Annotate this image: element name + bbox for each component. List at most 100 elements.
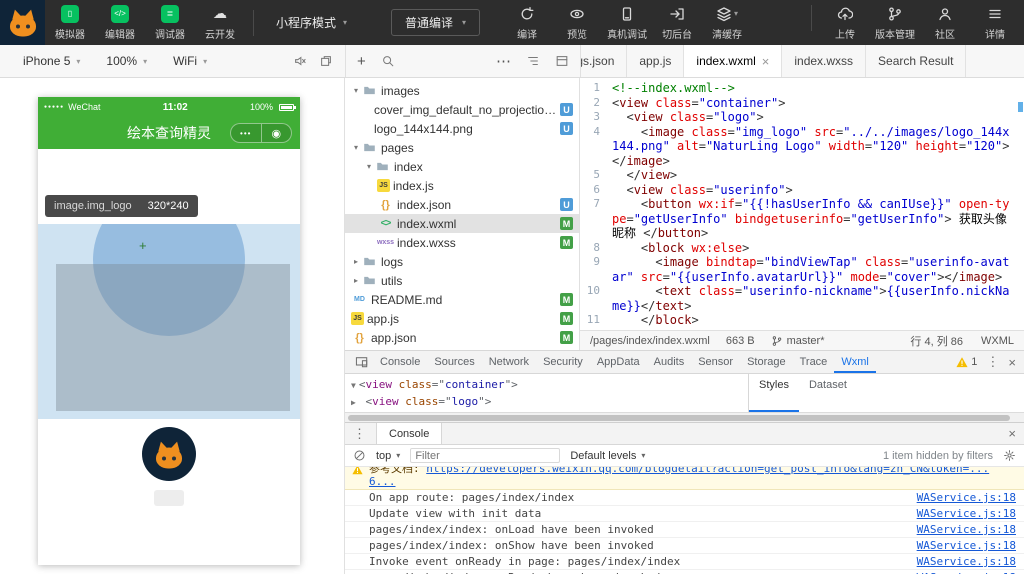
tree-file-index-wxss[interactable]: wxss index.wxss M	[345, 233, 579, 252]
log-source-link[interactable]: WAService.js:18	[905, 539, 1016, 552]
log-source-link[interactable]: WAService.js:18	[905, 523, 1016, 536]
compile-button[interactable]: 编译	[502, 5, 552, 41]
code-content[interactable]: </view>	[612, 168, 1024, 183]
collapse-panel-button[interactable]	[555, 54, 569, 68]
search-button[interactable]	[381, 54, 395, 68]
tree-file-cover-img-default-no-projection-png[interactable]: cover_img_default_no_projection.png U	[345, 100, 579, 119]
user-avatar[interactable]	[0, 0, 45, 45]
tree-file-index-js[interactable]: JS index.js	[345, 176, 579, 195]
devtools-tab-network[interactable]: Network	[482, 351, 536, 373]
tree-file-logo-144x144-png[interactable]: logo_144x144.png U	[345, 119, 579, 138]
cloud-dev-button[interactable]: ☁ 云开发	[195, 5, 245, 41]
devtools-tab-sensor[interactable]: Sensor	[691, 351, 740, 373]
code-content[interactable]: <view class="logo">	[612, 110, 1024, 125]
devtools-tab-appdata[interactable]: AppData	[590, 351, 647, 373]
tab-index-wxss[interactable]: index.wxss	[782, 45, 867, 77]
devtools-tab-sources[interactable]: Sources	[427, 351, 481, 373]
compile-mode-dropdown[interactable]: 普通编译 ▾	[391, 9, 481, 36]
tree-folder-index[interactable]: ▾ index	[345, 157, 579, 176]
tree-file-app-json[interactable]: {} app.json M	[345, 328, 579, 347]
code-content[interactable]: <view class="userinfo">	[612, 183, 1024, 198]
folder-caret-icon[interactable]: ▾	[351, 86, 361, 95]
tree-folder-images[interactable]: ▾ images	[345, 81, 579, 100]
folder-caret-icon[interactable]: ▸	[351, 257, 361, 266]
console-tab[interactable]: Console	[376, 423, 443, 444]
log-levels-dropdown[interactable]: Default levels ▾	[570, 450, 645, 462]
tree-folder-utils[interactable]: ▸ utils	[345, 271, 579, 290]
code-content[interactable]: <!--index.wxml-->	[612, 81, 1024, 96]
network-dropdown[interactable]: WiFi ▾	[160, 45, 220, 77]
folder-caret-icon[interactable]: ▾	[351, 143, 361, 152]
community-button[interactable]: 社区	[920, 5, 970, 41]
tab-index-wxml[interactable]: index.wxml ×	[684, 45, 783, 77]
more-button[interactable]: ⋯	[496, 52, 511, 70]
scrollbar-thumb[interactable]	[348, 415, 1010, 421]
expand-caret-icon[interactable]: ▼	[351, 381, 356, 390]
code-content[interactable]: <image bindtap="bindViewTap" class="user…	[612, 255, 1024, 284]
devtools-tab-wxml[interactable]: Wxml	[834, 351, 876, 373]
clear-cache-button[interactable]: ▾ 清缓存	[702, 5, 752, 41]
log-source-link[interactable]: WAService.js:18	[905, 555, 1016, 568]
tree-file-index-wxml[interactable]: <> index.wxml M	[345, 214, 579, 233]
tab-app-js[interactable]: app.js	[627, 45, 685, 77]
close-console-icon[interactable]: ×	[1008, 426, 1016, 441]
debugger-toggle-button[interactable]: ≣ 调试器	[145, 4, 195, 41]
folder-caret-icon[interactable]: ▸	[351, 276, 361, 285]
logo-image[interactable]: +	[38, 224, 300, 419]
code-content[interactable]: <view class="container">	[612, 96, 1024, 111]
log-source-link[interactable]: WAService.js:18	[905, 491, 1016, 504]
warning-doc-link[interactable]: https://developers.weixin.qq.com/blogdet…	[426, 467, 989, 475]
expand-caret-icon[interactable]: ▶	[351, 398, 356, 407]
code-content[interactable]: <image class="img_logo" src="../../image…	[612, 125, 1024, 169]
wxml-tree-node[interactable]: ▶ <view class="logo">	[351, 394, 748, 411]
zoom-dropdown[interactable]: 100% ▾	[93, 45, 160, 77]
simulator-toggle-button[interactable]: ▯ 模拟器	[45, 4, 95, 41]
switch-background-button[interactable]: 切后台	[652, 5, 702, 41]
tree-folder-pages[interactable]: ▾ pages	[345, 138, 579, 157]
device-toolbar-icon[interactable]	[355, 356, 369, 368]
new-file-button[interactable]: +	[357, 53, 366, 70]
editor-toggle-button[interactable]: </> 编辑器	[95, 4, 145, 41]
menu-dots-icon[interactable]: •••	[231, 124, 262, 142]
folder-caret-icon[interactable]: ▾	[364, 162, 374, 171]
mute-icon[interactable]	[293, 54, 307, 68]
execution-context-dropdown[interactable]: top ▾	[376, 450, 400, 462]
code-content[interactable]: <text class="userinfo-nickname">{{userIn…	[612, 284, 1024, 313]
close-devtools-icon[interactable]: ×	[1008, 355, 1016, 370]
language-mode[interactable]: WXML	[981, 335, 1014, 347]
upload-button[interactable]: 上传	[820, 5, 870, 41]
preview-button[interactable]: 预览	[552, 5, 602, 41]
devtools-tab-console[interactable]: Console	[373, 351, 427, 373]
code-area[interactable]: 1 <!--index.wxml--> 2 <view class="containe…	[580, 78, 1024, 330]
remote-debug-button[interactable]: 真机调试	[602, 5, 652, 41]
log-source-link[interactable]: WAService.js:18	[905, 507, 1016, 520]
devtools-tab-trace[interactable]: Trace	[793, 351, 835, 373]
outline-button[interactable]	[526, 54, 540, 68]
warning-doc-link-cont[interactable]: 6...	[369, 475, 396, 488]
close-tab-icon[interactable]: ×	[762, 54, 770, 69]
git-branch-indicator[interactable]: master*	[771, 335, 825, 347]
tree-file-index-json[interactable]: {} index.json U	[345, 195, 579, 214]
tab-search-result[interactable]: Search Result	[866, 45, 967, 77]
code-content[interactable]: <button wx:if="{{!hasUserInfo && canIUse…	[612, 197, 1024, 241]
warning-counter[interactable]: 1	[956, 356, 977, 368]
version-control-button[interactable]: 版本管理	[870, 5, 920, 41]
wxml-tree-node[interactable]: ▼ <view class="container">	[351, 377, 748, 394]
code-content[interactable]: </block>	[612, 313, 1024, 328]
tree-file-readme-md[interactable]: MD README.md M	[345, 290, 579, 309]
kebab-menu-icon[interactable]: ⋮	[353, 426, 366, 442]
devtools-tab-audits[interactable]: Audits	[647, 351, 692, 373]
console-filter-input[interactable]	[410, 448, 561, 463]
devtools-tab-security[interactable]: Security	[536, 351, 590, 373]
gear-icon[interactable]	[1003, 449, 1016, 462]
tree-file-app-js[interactable]: JS app.js M	[345, 309, 579, 328]
rotate-screen-icon[interactable]	[319, 54, 333, 68]
details-button[interactable]: 详情	[970, 5, 1020, 41]
pane-tab-styles[interactable]: Styles	[749, 374, 799, 412]
kebab-menu-icon[interactable]: ⋮	[986, 354, 999, 370]
mode-dropdown[interactable]: 小程序模式 ▾	[262, 14, 361, 31]
exit-target-icon[interactable]: ◉	[262, 124, 292, 142]
device-dropdown[interactable]: iPhone 5 ▾	[10, 45, 93, 77]
devtools-tab-storage[interactable]: Storage	[740, 351, 793, 373]
code-content[interactable]: <block wx:else>	[612, 241, 1024, 256]
